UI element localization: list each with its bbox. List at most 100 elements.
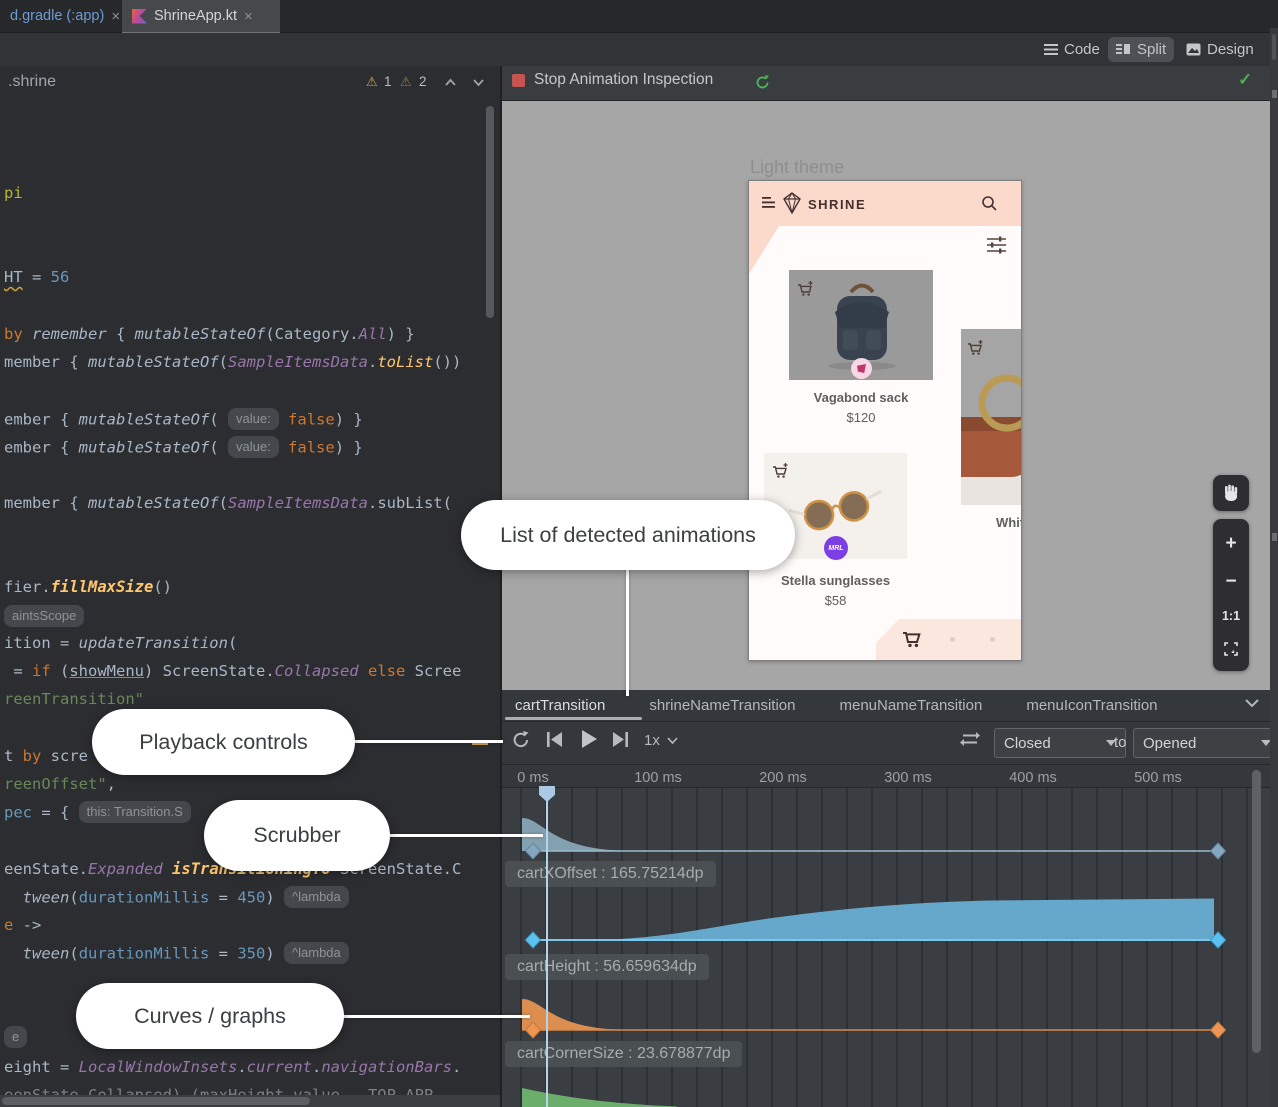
menu-icon [762,197,776,209]
code-line: tween(durationMillis = 350) ^lambda [4,942,349,965]
cart-dot [990,637,995,642]
code-line: t by scre [4,745,88,767]
code-line: tween(durationMillis = 450) ^lambda [4,886,349,909]
code-line: by remember { mutableStateOf(Category.Al… [4,323,415,345]
zoom-to-fit-icon[interactable] [1224,642,1238,656]
code-line: member { mutableStateOf(SampleItemsData.… [4,492,452,514]
search-icon [981,195,998,212]
stop-animation-inspection-button[interactable]: Stop Animation Inspection [512,71,713,89]
shrine-top-bar: SHRINE [749,181,1021,226]
editor-tab-shrineapp[interactable]: ShrineApp.kt × [122,0,280,35]
code-line: ember { mutableStateOf( value: false) } [4,436,363,459]
code-line: e -> [4,914,41,936]
cart-icon [902,629,922,648]
warning-count: 1 [384,74,392,89]
add-to-cart-icon [797,280,815,297]
code-line: reenOffset", [4,773,116,795]
code-line: aintsScope [4,605,84,628]
callout-connector [342,1015,530,1018]
add-to-cart-icon [967,339,985,356]
code-line: fier.fillMaxSize() [4,576,172,598]
code-line: reenTransition" [4,688,144,710]
editor-hscroll-track [0,1095,500,1107]
animation-inspection-toolbar: Stop Animation Inspection ✓ [502,66,1278,100]
weak-warning-count: 2 [419,74,427,89]
product-name: Vagabond sack [789,390,933,405]
view-mode-label: Design [1207,41,1254,58]
cart-dot [950,637,955,642]
build-success-check-icon: ✓ [1238,70,1252,90]
shrine-cart-bar [876,619,1021,660]
hand-icon [1221,483,1241,503]
code-lines-icon [1044,44,1058,55]
android-studio-window: d.gradle (:app) × ShrineApp.kt × Code Sp… [0,0,1278,1107]
view-mode-design[interactable]: Design [1178,37,1262,62]
code-line: = if (showMenu) ScreenState.Collapsed el… [4,660,461,682]
editor-tab-label: ShrineApp.kt [154,8,237,24]
code-line: eight = LocalWindowInsets.current.naviga… [4,1056,461,1078]
pan-tool-button[interactable] [1213,475,1249,511]
refresh-icon[interactable] [754,74,771,91]
view-mode-label: Split [1137,41,1166,58]
callout-animations-list: List of detected animations [461,500,795,570]
preview-theme-label: Light theme [750,157,844,178]
product-image-vagabond-sack [789,270,933,380]
editor-tab-label: d.gradle (:app) [10,8,104,24]
code-line: ember { mutableStateOf( value: false) } [4,408,363,431]
animation-preview-panel: cartTransitionshrineNameTransitionmenuNa… [502,690,1278,1107]
shrine-diamond-logo-icon [782,192,802,214]
breadcrumb-bar: .shrine ⚠ 1 ⚠ 2 [0,66,500,100]
callout-playback-controls: Playback controls [92,709,355,775]
mrl-badge: MRL [824,536,848,560]
product-name: Whit [996,515,1022,530]
code-line: ition = updateTransition( [4,632,237,654]
product-name: Stella sunglasses [764,573,907,588]
filter-tune-icon [987,236,1007,254]
breadcrumb[interactable]: .shrine [8,73,56,91]
curve-value-chip: cartHeight : 56.659634dp [505,954,709,980]
prev-issue-chevron-icon[interactable] [444,78,457,87]
view-mode-label: Code [1064,41,1100,58]
weak-warning-icon[interactable]: ⚠ [400,74,412,90]
zoom-controls: + − 1:1 [1213,519,1249,671]
close-icon[interactable]: × [111,9,120,24]
close-icon[interactable]: × [244,9,253,24]
view-mode-code[interactable]: Code [1036,37,1108,62]
stop-icon [512,74,525,87]
editor-tab-gradle[interactable]: d.gradle (:app) × [0,0,138,32]
design-canvas: Light theme SHRINE [502,100,1278,691]
design-view-icon [1186,43,1201,56]
product-price: $58 [764,593,907,608]
loading-badge [851,358,872,379]
zoom-in-button[interactable]: + [1225,534,1236,553]
editor-horizontal-scrollbar[interactable] [2,1097,310,1105]
callout-connector [626,568,629,696]
shrine-app-preview: SHRINE [748,180,1022,661]
editor-tab-bar: d.gradle (:app) × ShrineApp.kt × [0,0,1278,33]
editor-vertical-scrollbar[interactable] [486,106,494,318]
code-editor[interactable]: piHT = 56by remember { mutableStateOf(Ca… [0,100,500,1095]
curve-value-chip: cartCornerSize : 23.678877dp [505,1041,742,1067]
stop-label: Stop Animation Inspection [534,71,713,89]
code-line: member { mutableStateOf(SampleItemsData.… [4,351,461,373]
kotlin-file-icon [132,9,147,24]
callout-connector [388,834,543,837]
code-line: pi [4,182,23,204]
code-line: e [4,1026,27,1049]
code-line: eenState Collapsed) (maxHeight value TOP… [4,1084,433,1095]
product-image-belt [961,329,1021,505]
shrine-brand: SHRINE [808,197,866,212]
zoom-out-button[interactable]: − [1225,572,1236,591]
view-mode-split[interactable]: Split [1108,37,1174,62]
callout-scrubber: Scrubber [204,800,390,871]
callout-connector [353,740,503,743]
timeline-vertical-scrollbar[interactable] [1252,770,1261,1053]
right-edge-panel-strip [1270,28,1278,1107]
warning-icon[interactable]: ⚠ [366,74,378,90]
scrubber-line [546,786,548,1107]
zoom-actual-button[interactable]: 1:1 [1222,609,1240,623]
add-to-cart-icon [772,462,790,479]
next-issue-chevron-icon[interactable] [472,78,485,87]
preview-mode-bar: Code Split Design [0,33,1278,67]
callout-curves: Curves / graphs [76,983,344,1049]
